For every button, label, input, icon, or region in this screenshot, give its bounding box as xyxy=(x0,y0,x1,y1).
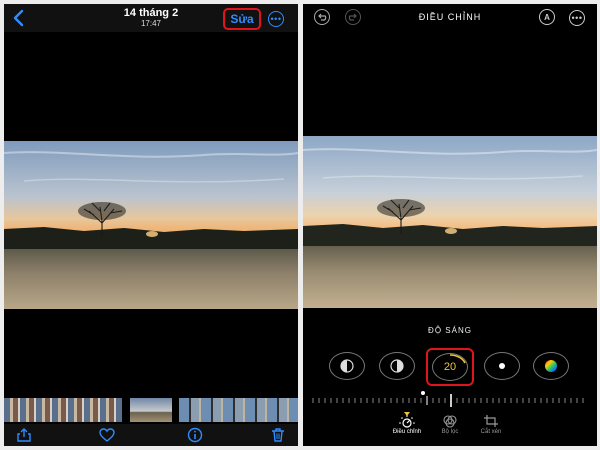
share-icon[interactable] xyxy=(16,427,32,443)
filters-icon xyxy=(443,415,457,428)
back-chevron-icon[interactable] xyxy=(10,8,28,28)
thumbnail-current[interactable] xyxy=(130,398,172,422)
brilliance-tool[interactable] xyxy=(379,352,415,380)
color-wheel-icon xyxy=(545,360,557,372)
viewer-bottom-toolbar xyxy=(4,424,298,446)
auto-enhance-button[interactable]: A xyxy=(539,9,555,25)
saturation-tool[interactable] xyxy=(533,352,569,380)
trash-icon[interactable] xyxy=(270,427,286,443)
thumbnail-group[interactable] xyxy=(179,398,298,422)
landscape-photo xyxy=(4,141,298,309)
viewer-top-bar: 14 tháng 2 17:47 Sửa ••• xyxy=(4,4,298,32)
undo-icon xyxy=(318,13,327,21)
tab-filters-label: Bộ lọc xyxy=(441,429,459,435)
more-options-button[interactable]: ••• xyxy=(569,10,585,26)
redo-icon xyxy=(348,13,357,21)
landscape-photo-preview xyxy=(303,136,597,308)
edit-button[interactable]: Sửa xyxy=(223,8,261,30)
edit-mode-tabs: Điều chỉnh Bộ lọc Cắt xén xyxy=(303,412,597,446)
shadows-icon xyxy=(499,363,505,369)
info-icon[interactable] xyxy=(187,427,203,443)
more-options-button[interactable]: ••• xyxy=(268,11,284,27)
photo-viewer-screen: 14 tháng 2 17:47 Sửa ••• xyxy=(4,4,298,446)
exposure-tool[interactable] xyxy=(329,352,365,380)
adjust-dial-icon xyxy=(399,415,415,428)
thumbnail-group[interactable] xyxy=(4,398,122,422)
photo-edit-screen: ĐIỀU CHỈNH A ••• ĐỘ SÁNG 20 Điều chỉnh B… xyxy=(303,4,597,446)
shadows-tool[interactable] xyxy=(484,352,520,380)
brightness-slider[interactable] xyxy=(311,390,589,410)
tab-crop[interactable]: Cắt xén xyxy=(466,414,516,444)
undo-button[interactable] xyxy=(314,9,330,25)
brightness-tool[interactable]: 20 xyxy=(432,353,468,381)
photo-thumbnail-strip[interactable] xyxy=(4,398,298,422)
tab-crop-label: Cắt xén xyxy=(480,429,502,435)
brilliance-icon xyxy=(390,359,404,373)
heart-icon[interactable] xyxy=(99,427,115,443)
tab-adjust-label: Điều chỉnh xyxy=(392,429,422,435)
edit-top-bar: ĐIỀU CHỈNH A ••• xyxy=(303,4,597,32)
redo-button[interactable] xyxy=(345,9,361,25)
crop-rotate-icon xyxy=(484,415,498,427)
adjustment-name: ĐỘ SÁNG xyxy=(428,326,472,335)
exposure-icon xyxy=(340,359,354,373)
